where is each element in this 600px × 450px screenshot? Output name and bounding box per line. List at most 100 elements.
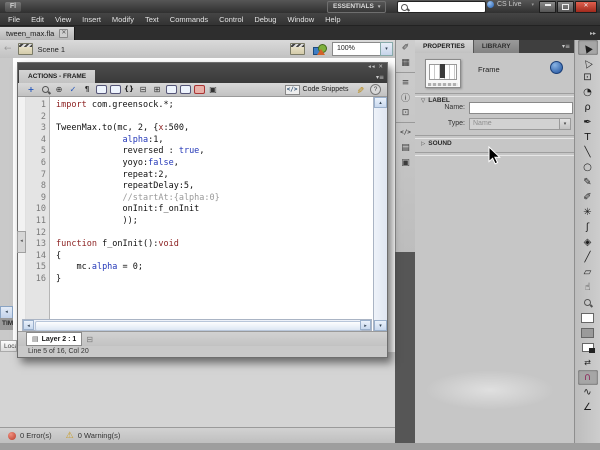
script-tab[interactable]: ▤ Layer 2 : 1: [26, 332, 82, 346]
motion-presets-panel-icon[interactable]: ▣: [396, 155, 415, 170]
selection-tool[interactable]: ▶: [578, 40, 598, 55]
minimize-button[interactable]: [539, 1, 556, 13]
subselection-tool[interactable]: ▷: [578, 55, 598, 70]
transform-panel-icon[interactable]: ⊡: [396, 105, 415, 120]
label-section-header[interactable]: ▽LABEL: [421, 97, 450, 104]
straighten-option[interactable]: ∠: [578, 400, 598, 415]
color-panel-icon[interactable]: ✐: [396, 40, 415, 55]
3d-rotation-tool[interactable]: ◔: [578, 85, 598, 100]
remove-comment-icon[interactable]: [192, 84, 206, 96]
restore-button[interactable]: [557, 1, 574, 13]
tab-library[interactable]: LIBRARY: [473, 40, 519, 53]
frame-badge-icon[interactable]: [550, 61, 563, 74]
dropdown-caret-icon[interactable]: ▾: [559, 118, 571, 130]
zoom-tool[interactable]: [578, 295, 598, 310]
lasso-tool[interactable]: ρ: [578, 100, 598, 115]
collapse-selection-icon[interactable]: ⊟: [136, 84, 150, 96]
panel-menu-icon[interactable]: ▾≡: [376, 74, 384, 81]
menu-insert[interactable]: Insert: [82, 15, 101, 24]
fill-color-swatch[interactable]: [578, 325, 598, 340]
collapse-dock-icon[interactable]: ▸▸: [590, 30, 596, 37]
line-tool[interactable]: ╲: [578, 145, 598, 160]
menu-commands[interactable]: Commands: [170, 15, 208, 24]
close-button[interactable]: ✕: [575, 1, 597, 13]
collapse-icons-icon[interactable]: ◂◂: [368, 64, 376, 70]
show-code-hint-icon[interactable]: [94, 84, 108, 96]
actions-frame-tab[interactable]: ACTIONS - FRAME: [19, 70, 95, 83]
find-icon[interactable]: [38, 84, 52, 96]
scroll-right-icon[interactable]: ▸: [360, 320, 371, 330]
menu-modify[interactable]: Modify: [112, 15, 134, 24]
eraser-tool[interactable]: ▱: [578, 265, 598, 280]
scrollbar-thumb[interactable]: [35, 321, 362, 331]
scroll-up-icon[interactable]: ▴: [374, 97, 387, 108]
add-script-item-icon[interactable]: +: [24, 84, 38, 96]
menu-window[interactable]: Window: [287, 15, 314, 24]
info-panel-icon[interactable]: ⓘ: [396, 90, 415, 105]
close-tab-icon[interactable]: ✕: [59, 29, 68, 38]
stroke-color-swatch[interactable]: [578, 310, 598, 325]
actions-window-controls[interactable]: ◂◂ ✕: [368, 64, 384, 70]
back-arrow-icon[interactable]: ←: [4, 44, 12, 54]
bone-tool[interactable]: ʃ: [578, 220, 598, 235]
auto-format-icon[interactable]: ¶: [80, 84, 94, 96]
menu-help[interactable]: Help: [325, 15, 340, 24]
search-input[interactable]: [397, 1, 486, 13]
apply-line-comment-icon[interactable]: [178, 84, 192, 96]
insert-target-path-icon[interactable]: ⊕: [52, 84, 66, 96]
check-syntax-icon[interactable]: ✓: [66, 84, 80, 96]
swap-colors-icon[interactable]: ⇄: [578, 355, 598, 370]
eyedropper-tool[interactable]: ╱: [578, 250, 598, 265]
expand-all-icon[interactable]: ⊞: [150, 84, 164, 96]
document-tab[interactable]: tween_max.fla ✕: [0, 27, 75, 40]
actions-title-bar[interactable]: ◂◂ ✕ ACTIONS - FRAME ▾≡: [18, 63, 387, 83]
frame-name-input[interactable]: [469, 102, 573, 114]
menu-control[interactable]: Control: [219, 15, 243, 24]
stage-zoom-select[interactable]: 100%: [332, 42, 385, 56]
snap-to-objects-toggle[interactable]: ∩: [578, 370, 598, 385]
collapse-between-braces-icon[interactable]: {}: [122, 84, 136, 96]
pencil-tool[interactable]: ✎: [578, 175, 598, 190]
menu-edit[interactable]: Edit: [31, 15, 44, 24]
sound-section-header[interactable]: ▷SOUND: [421, 140, 452, 147]
edit-scene-icon[interactable]: [290, 43, 305, 55]
pen-tool[interactable]: ✒: [578, 115, 598, 130]
paint-bucket-tool[interactable]: ◈: [578, 235, 598, 250]
menu-file[interactable]: File: [8, 15, 20, 24]
edit-symbols-icon[interactable]: [313, 44, 326, 55]
tab-properties[interactable]: PROPERTIES: [415, 40, 473, 53]
oval-tool[interactable]: ○: [578, 160, 598, 175]
smooth-option[interactable]: ∿: [578, 385, 598, 400]
close-icon[interactable]: ✕: [378, 64, 384, 70]
script-assist-icon[interactable]: ✎: [354, 86, 364, 94]
scene-label[interactable]: Scene 1: [38, 45, 66, 54]
menu-view[interactable]: View: [55, 15, 71, 24]
default-colors-icon[interactable]: [578, 340, 598, 355]
align-panel-icon[interactable]: ≡: [396, 72, 415, 90]
deco-tool[interactable]: ✳: [578, 205, 598, 220]
free-transform-tool[interactable]: ⊡: [578, 70, 598, 85]
panel-menu-icon[interactable]: ▾≡: [562, 43, 570, 50]
swatches-panel-icon[interactable]: ▦: [396, 55, 415, 70]
timeline-panel-tab[interactable]: TIMELINE: [0, 318, 13, 330]
code-snippets-button[interactable]: </> Code Snippets: [285, 85, 349, 95]
vertical-scrollbar[interactable]: ▴ ▾: [373, 97, 387, 331]
hand-tool[interactable]: ☝: [578, 280, 598, 295]
workspace-switcher-button[interactable]: ESSENTIALS▾: [327, 1, 386, 13]
pin-script-icon[interactable]: ⊟: [86, 335, 93, 344]
code-editor[interactable]: import com.greensock.*;TweenMax.to(mc, 2…: [50, 97, 373, 331]
help-icon[interactable]: ?: [370, 84, 381, 95]
horizontal-scrollbar[interactable]: ◂ ▸: [22, 319, 372, 331]
menu-text[interactable]: Text: [145, 15, 159, 24]
scroll-down-icon[interactable]: ▾: [374, 320, 387, 331]
apply-block-comment-icon[interactable]: [164, 84, 178, 96]
components-panel-icon[interactable]: ▤: [396, 140, 415, 155]
cs-live-button[interactable]: CS Live ▾: [487, 1, 534, 8]
debug-options-icon[interactable]: [108, 84, 122, 96]
scroll-left-icon[interactable]: ◂: [23, 320, 34, 330]
menu-debug[interactable]: Debug: [254, 15, 276, 24]
code-snippets-panel-icon[interactable]: </>: [396, 122, 415, 140]
show-hide-toolbox-icon[interactable]: ▣: [206, 84, 220, 96]
brush-tool[interactable]: ✐: [578, 190, 598, 205]
label-type-dropdown[interactable]: Name: [469, 118, 564, 130]
